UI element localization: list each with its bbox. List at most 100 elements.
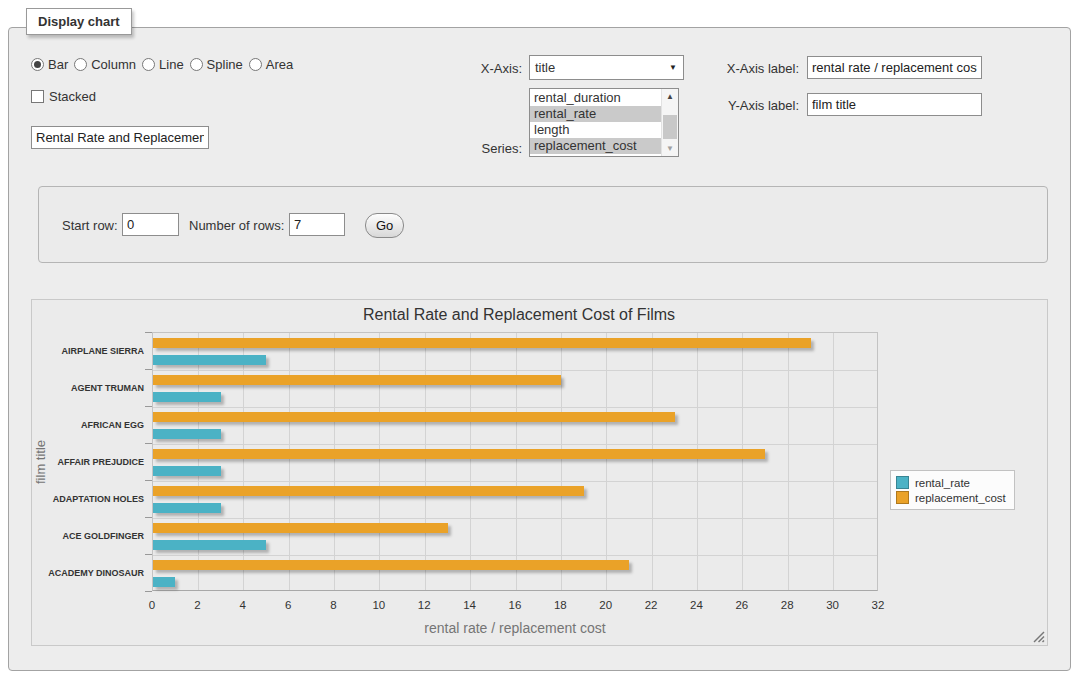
- radio-label: Line: [159, 57, 184, 72]
- y-axis-label-label: Y-Axis label:: [699, 98, 799, 113]
- radio-label: Column: [91, 57, 136, 72]
- go-button[interactable]: Go: [365, 213, 404, 238]
- bar-rental_rate: [153, 577, 175, 587]
- grid-line: [652, 333, 653, 590]
- legend-item: replacement_cost: [896, 491, 1006, 504]
- radio-label: Bar: [48, 57, 68, 72]
- series-option[interactable]: length: [530, 122, 661, 138]
- chart-type-radio-bar[interactable]: Bar: [31, 57, 68, 72]
- y-axis-label-input[interactable]: [807, 93, 982, 116]
- chart-title-input[interactable]: [31, 126, 209, 149]
- chart-container: Rental Rate and Replacement Cost of Film…: [31, 299, 1048, 646]
- x-tick-label: 20: [599, 599, 612, 611]
- bar-rental_rate: [153, 355, 266, 365]
- x-tick-label: 10: [372, 599, 385, 611]
- bar-rental_rate: [153, 466, 221, 476]
- radio-line[interactable]: [142, 58, 155, 71]
- x-tick-label: 28: [781, 599, 794, 611]
- num-rows-label: Number of rows:: [189, 218, 284, 233]
- stacked-row: Stacked: [31, 89, 96, 104]
- bar-replacement_cost: [153, 338, 811, 348]
- scroll-down-icon[interactable]: ▼: [662, 141, 678, 156]
- x-axis-selected-value: title: [530, 60, 669, 75]
- y-tick-mark: [145, 369, 152, 370]
- x-tick-label: 32: [872, 599, 885, 611]
- legend-label: rental_rate: [915, 477, 970, 489]
- category-label: AFRICAN EGG: [36, 406, 144, 443]
- category-label: ACADEMY DINOSAUR: [36, 554, 144, 591]
- category-label: AGENT TRUMAN: [36, 369, 144, 406]
- bar-rental_rate: [153, 429, 221, 439]
- grid-line: [606, 333, 607, 590]
- x-tick-label: 26: [735, 599, 748, 611]
- y-tick-mark: [145, 591, 152, 592]
- rows-panel: Start row: Number of rows: Go: [38, 186, 1048, 263]
- radio-area[interactable]: [249, 58, 262, 71]
- series-option[interactable]: rental_duration: [530, 90, 661, 106]
- grid-line: [470, 333, 471, 590]
- x-tick-label: 0: [149, 599, 155, 611]
- bar-replacement_cost: [153, 375, 561, 385]
- radio-label: Area: [266, 57, 293, 72]
- x-tick-label: 6: [285, 599, 291, 611]
- x-tick-label: 8: [330, 599, 336, 611]
- bar-replacement_cost: [153, 449, 765, 459]
- listbox-scrollbar[interactable]: ▲ ▼: [661, 89, 678, 156]
- x-tick-label: 24: [690, 599, 703, 611]
- scrollbar-thumb[interactable]: [663, 115, 677, 139]
- x-tick-label: 2: [194, 599, 200, 611]
- chart-legend: rental_rate replacement_cost: [890, 470, 1015, 510]
- chart-x-axis-title: rental rate / replacement cost: [152, 620, 878, 636]
- series-option[interactable]: replacement_cost: [530, 138, 661, 154]
- bar-replacement_cost: [153, 560, 629, 570]
- num-rows-input[interactable]: [289, 213, 345, 236]
- category-label: ADAPTATION HOLES: [36, 480, 144, 517]
- radio-label: Spline: [207, 57, 243, 72]
- legend-label: replacement_cost: [915, 492, 1006, 504]
- resize-handle-icon[interactable]: [1032, 630, 1045, 643]
- x-tick-label: 30: [826, 599, 839, 611]
- bar-replacement_cost: [153, 486, 584, 496]
- grid-line: [153, 518, 877, 519]
- grid-line: [153, 407, 877, 408]
- legend-swatch: [896, 491, 909, 504]
- grid-line: [153, 555, 877, 556]
- series-listbox[interactable]: rental_durationrental_ratelengthreplacem…: [529, 88, 679, 157]
- stacked-label: Stacked: [49, 89, 96, 104]
- grid-line: [697, 333, 698, 590]
- chart-type-radio-spline[interactable]: Spline: [190, 57, 243, 72]
- y-tick-mark: [145, 332, 152, 333]
- start-row-input[interactable]: [122, 213, 179, 236]
- fieldset-legend: Display chart: [26, 8, 132, 35]
- y-tick-mark: [145, 554, 152, 555]
- bar-rental_rate: [153, 503, 221, 513]
- grid-line: [788, 333, 789, 590]
- x-axis-select-label: X-Axis:: [439, 61, 522, 76]
- x-tick-label: 16: [509, 599, 522, 611]
- grid-line: [243, 333, 244, 590]
- grid-line: [742, 333, 743, 590]
- x-axis-select[interactable]: title ▼: [529, 55, 684, 80]
- bar-replacement_cost: [153, 412, 675, 422]
- x-tick-label: 18: [554, 599, 567, 611]
- grid-line: [334, 333, 335, 590]
- x-tick-label: 14: [463, 599, 476, 611]
- chart-type-radio-column[interactable]: Column: [74, 57, 136, 72]
- radio-column[interactable]: [74, 58, 87, 71]
- x-axis-label-input[interactable]: [807, 56, 982, 79]
- grid-line: [379, 333, 380, 590]
- x-tick-label: 4: [240, 599, 246, 611]
- grid-line: [289, 333, 290, 590]
- chart-type-radio-line[interactable]: Line: [142, 57, 184, 72]
- scroll-up-icon[interactable]: ▲: [662, 89, 678, 104]
- y-tick-mark: [145, 406, 152, 407]
- series-option[interactable]: rental_rate: [530, 106, 661, 122]
- chart-type-radios: Bar Column Line Spline Area: [31, 57, 299, 72]
- bar-replacement_cost: [153, 523, 448, 533]
- chart-type-radio-area[interactable]: Area: [249, 57, 293, 72]
- stacked-checkbox[interactable]: [31, 90, 44, 103]
- radio-spline[interactable]: [190, 58, 203, 71]
- grid-line: [516, 333, 517, 590]
- radio-bar[interactable]: [31, 58, 44, 71]
- grid-line: [425, 333, 426, 590]
